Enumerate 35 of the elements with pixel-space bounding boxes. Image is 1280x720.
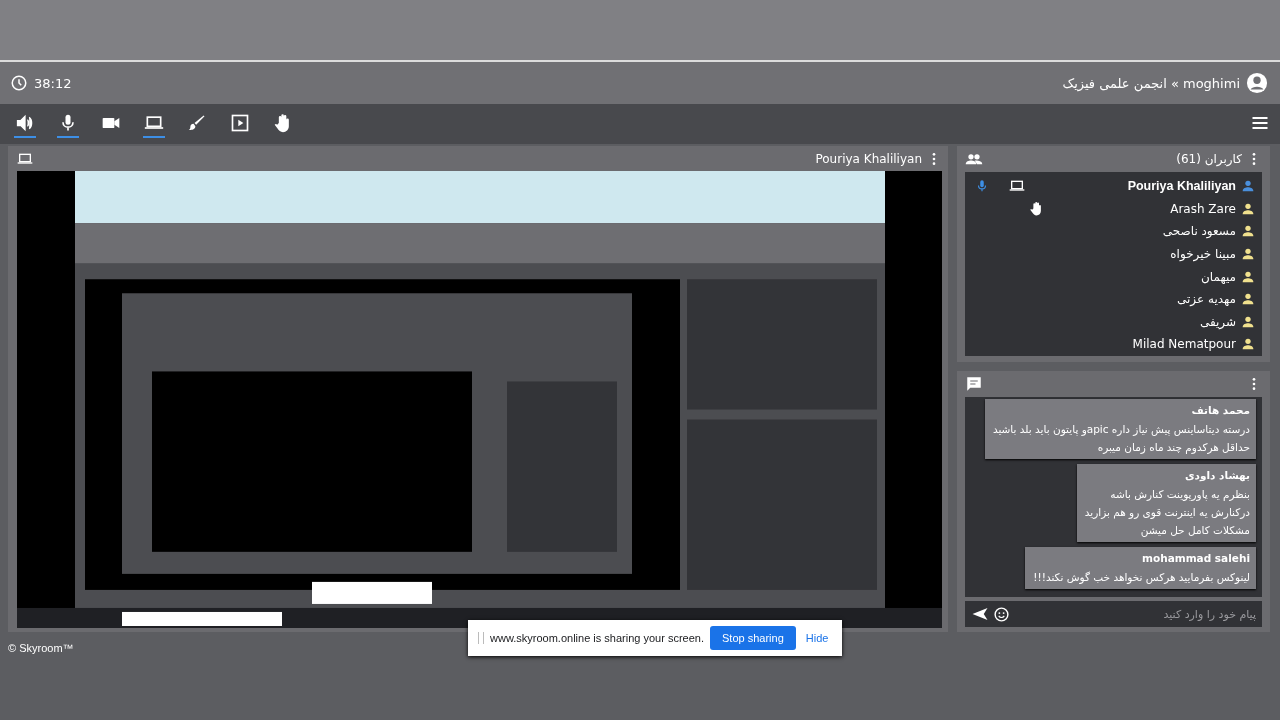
speaker-icon [15, 113, 35, 133]
user-name[interactable]: میهمان [1201, 269, 1236, 284]
send-button[interactable] [971, 605, 989, 623]
send-icon [971, 605, 989, 623]
sharing-message: www.skyroom.online is sharing your screen. [490, 632, 704, 644]
sender-name: محمد هاتف [1190, 402, 1250, 418]
user-name[interactable]: Pouriya Khaliliyan [1127, 179, 1236, 194]
panel-title: کاربران (61) [1176, 152, 1242, 166]
avatar-icon [1246, 72, 1268, 94]
message-text: لینوکس بفرمایید هرکس نخواهد خب گوش نکند!!! [1033, 569, 1250, 586]
message-text: درسته دیتاساینس پیش نیاز داره apicو پایتون باید بلد باشید حداقل هرکدوم چند ماه زمان میبره [992, 421, 1250, 456]
user-name[interactable]: Milad Nematpour [1132, 337, 1236, 352]
room-breadcrumb: moghimi » انجمن علمی فیزیک [1062, 75, 1240, 91]
play-icon [230, 113, 250, 133]
session-timer: 38:12 [34, 75, 72, 91]
user-name[interactable]: شریفی [1199, 314, 1236, 329]
message-field[interactable]: پیام خود را وارد کنید [1014, 607, 1256, 621]
user-name[interactable]: مهدیه عزتی [1177, 292, 1236, 307]
sender-name: mohammad salehi [1141, 550, 1250, 566]
user-name[interactable]: مبینا خیرخواه [1170, 247, 1236, 262]
user-name[interactable]: مسعود ناصحی [1162, 224, 1236, 239]
stop-sharing-button[interactable]: Stop sharing [710, 626, 796, 650]
smiley-icon [993, 605, 1010, 623]
message-bar[interactable]: پیام خود را وارد کنید [965, 601, 1262, 627]
message-text: بنظرم یه پاورپوینت کنارش باشه درکنارش یه اینترنت قوی رو هم بزارید مشکلات کامل حل میشن [1084, 486, 1250, 539]
emoji-button[interactable] [993, 605, 1010, 623]
clock-icon [10, 74, 28, 92]
user-name[interactable]: Arash Zare [1170, 201, 1236, 216]
sender-name: بهشاد داودی [1183, 467, 1250, 484]
microphone-icon [975, 179, 989, 194]
panel-title: Pouriya Khaliliyan [815, 151, 922, 166]
hide-button[interactable]: Hide [801, 626, 833, 650]
chat-icon [965, 374, 983, 393]
brush-icon [187, 113, 207, 133]
copyright-text: © Skyroom™ [8, 642, 74, 654]
